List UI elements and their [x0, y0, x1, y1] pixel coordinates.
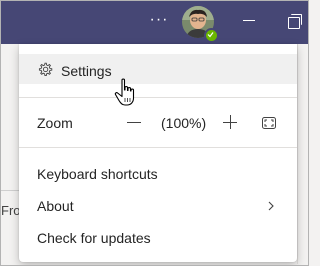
zoom-row: Zoom (100%) [19, 107, 297, 139]
restore-button[interactable] [281, 9, 305, 33]
more-options-button[interactable]: ··· [147, 9, 171, 33]
minimize-button[interactable] [237, 9, 261, 33]
presence-available-icon [204, 28, 219, 43]
chevron-right-icon [268, 201, 274, 211]
menu-divider [19, 147, 297, 148]
menu-divider [19, 97, 297, 98]
fullscreen-icon[interactable] [262, 117, 276, 129]
zoom-in-button[interactable] [223, 115, 237, 129]
title-bar: ··· [1, 1, 308, 44]
keyboard-shortcuts-menu-item[interactable]: Keyboard shortcuts [19, 159, 297, 189]
check-for-updates-label: Check for updates [37, 230, 151, 246]
hand-pointer-cursor-icon [114, 78, 135, 106]
gear-icon [38, 62, 53, 77]
settings-menu-item[interactable]: Settings [19, 54, 297, 84]
zoom-level: (100%) [161, 115, 207, 131]
zoom-label: Zoom [37, 115, 73, 131]
about-menu-item[interactable]: About [19, 191, 297, 221]
background-divider [1, 190, 19, 191]
settings-menu: Settings Zoom (100%) Keyboard shortcuts … [19, 44, 297, 262]
zoom-out-button[interactable] [127, 122, 141, 123]
keyboard-shortcuts-label: Keyboard shortcuts [37, 166, 158, 182]
background-panel-edge [297, 44, 298, 264]
check-for-updates-menu-item[interactable]: Check for updates [19, 223, 297, 253]
settings-label: Settings [61, 63, 112, 79]
about-label: About [37, 198, 74, 214]
background-partial-text: Fro [1, 203, 19, 218]
